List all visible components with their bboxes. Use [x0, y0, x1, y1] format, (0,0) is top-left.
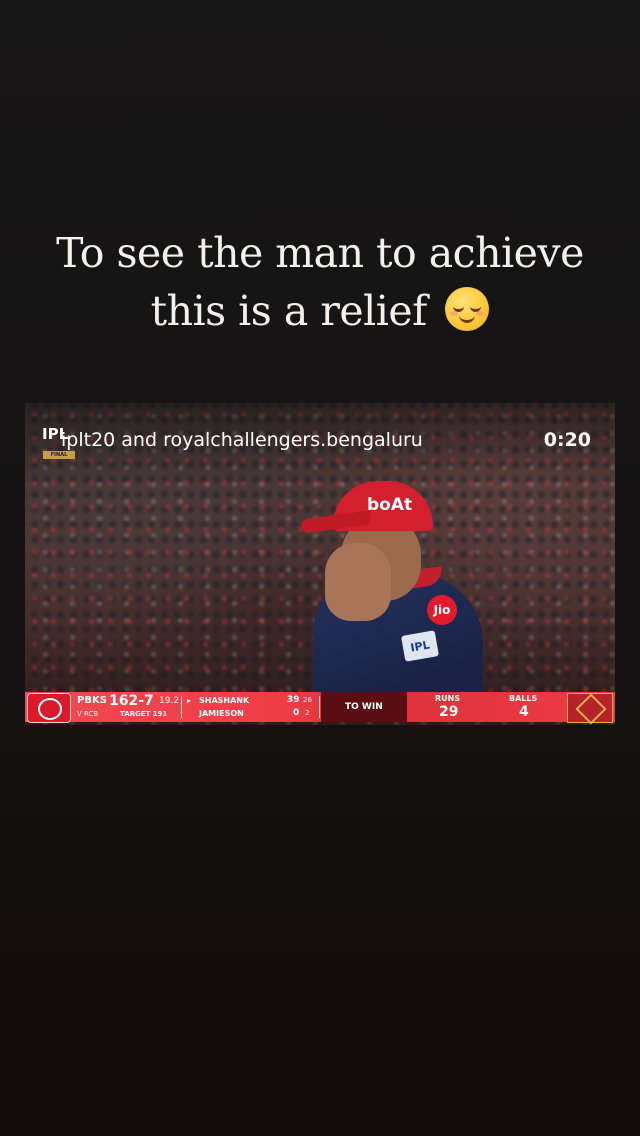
shared-reel-video[interactable]: boAt Jio IPL IPL FINAL iplt20 and royalc…	[25, 403, 615, 725]
batter-1-name: SHASHANK	[199, 696, 250, 705]
divider	[181, 696, 182, 718]
balls-label: BALLS	[509, 694, 538, 703]
divider	[319, 696, 320, 718]
player-image: boAt Jio IPL	[300, 473, 503, 713]
story-caption: To see the man to achieve this is a reli…	[0, 224, 640, 340]
punjab-kings-logo-icon	[27, 693, 71, 723]
relieved-face-icon	[445, 287, 490, 331]
target: TARGET 191	[120, 710, 168, 718]
batter-2-runs: 0	[293, 708, 300, 718]
video-timer: 0:20	[543, 429, 591, 451]
team-score: 162-7	[109, 693, 154, 709]
cap-logo-text: boAt	[367, 495, 413, 515]
score-bar: PBKS 162-7 19.2 V RCB TARGET 191 ▸ SHASH…	[25, 692, 615, 723]
on-strike-arrow-icon: ▸	[187, 696, 192, 705]
batter-1-balls: 26	[303, 696, 312, 704]
caption-line-2-text: this is a relief	[150, 287, 428, 335]
balls-remaining: 4	[519, 704, 529, 720]
overs: 19.2	[159, 696, 180, 706]
rcb-logo-icon	[567, 693, 613, 723]
batter-1-runs: 39	[287, 695, 300, 705]
batter-2-balls: 2	[305, 709, 310, 717]
opponent: V RCB	[77, 710, 99, 718]
caption-line-1: To see the man to achieve	[56, 229, 584, 277]
batter-2-name: JAMIESON	[199, 709, 244, 718]
caption-line-2: this is a relief	[0, 282, 640, 340]
to-win-label: TO WIN	[345, 702, 383, 712]
runs-label: RUNS	[435, 694, 461, 703]
jersey-sponsor-logo: Jio	[427, 595, 457, 625]
batting-team: PBKS	[77, 695, 107, 706]
runs-needed: 29	[439, 704, 459, 720]
reel-source-attribution[interactable]: iplt20 and royalchallengers.bengaluru	[61, 429, 423, 451]
